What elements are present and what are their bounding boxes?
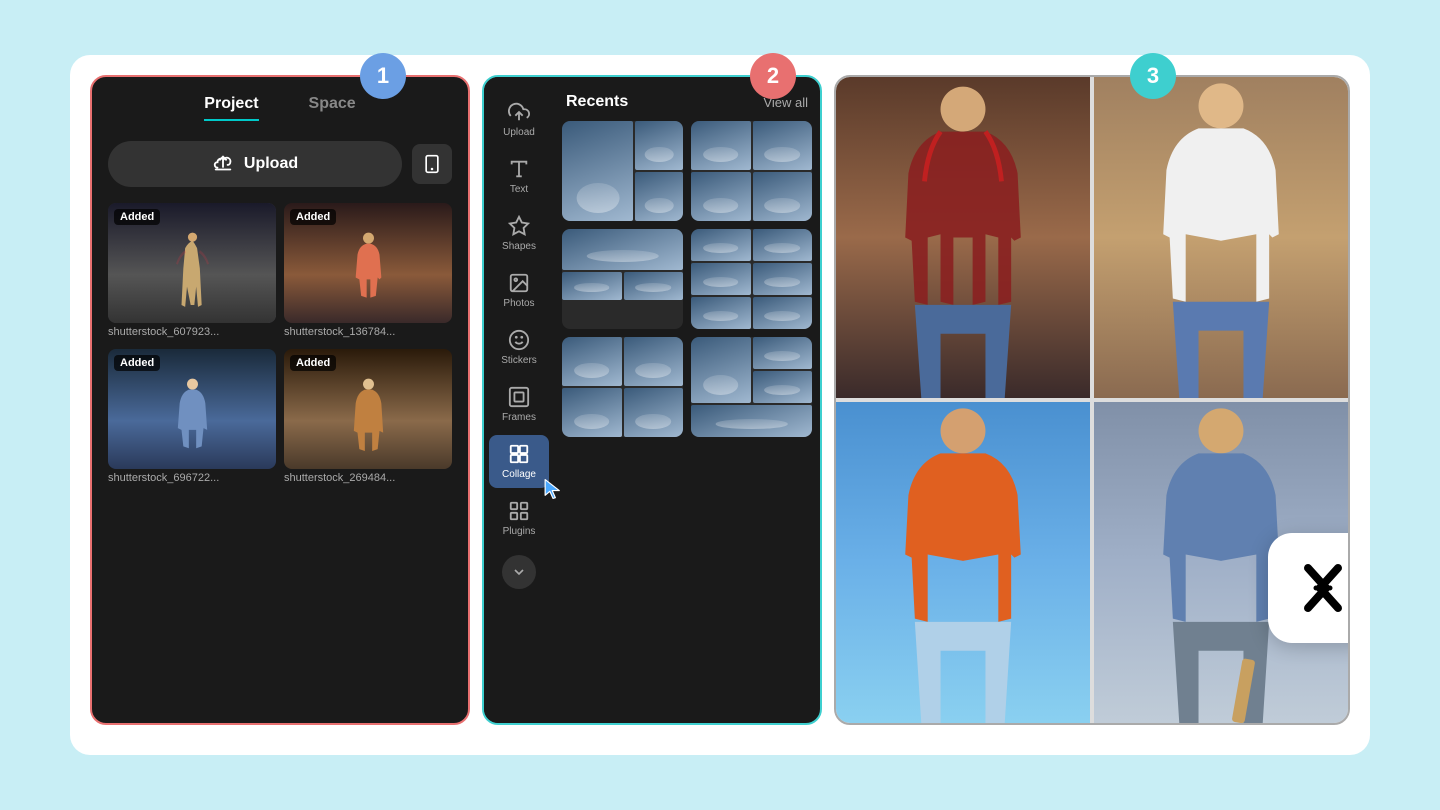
- photo-panel-2: [1094, 77, 1348, 398]
- photos-grid: Added shutterstock_607923... Added shutt…: [92, 195, 468, 495]
- chevron-down-icon: [511, 564, 527, 580]
- photos-sidebar-icon: [508, 272, 530, 294]
- collage-sidebar-label: Collage: [502, 469, 536, 480]
- collage-template-3[interactable]: [562, 229, 683, 329]
- step-badge-1: 1: [360, 53, 406, 99]
- panel-collage: Upload Text Shapes: [482, 75, 822, 725]
- sidebar-item-frames[interactable]: Frames: [489, 378, 549, 431]
- sidebar-item-upload[interactable]: Upload: [489, 93, 549, 146]
- sidebar: Upload Text Shapes: [484, 77, 554, 723]
- photo-item-3[interactable]: Added shutterstock_696722...: [108, 349, 276, 487]
- collage-templates-grid: [554, 121, 820, 445]
- tab-space[interactable]: Space: [309, 95, 356, 121]
- upload-sidebar-icon: [508, 101, 530, 123]
- collage-template-1[interactable]: [562, 121, 683, 221]
- photo-item-4[interactable]: Added shutterstock_269484...: [284, 349, 452, 487]
- photo-panel-3: [836, 402, 1090, 723]
- photo-item-1[interactable]: Added shutterstock_607923...: [108, 203, 276, 341]
- mobile-button[interactable]: [412, 144, 452, 184]
- tabs-row: Project Space: [92, 77, 468, 129]
- added-badge-3: Added: [114, 355, 160, 371]
- upload-button[interactable]: Upload: [108, 141, 402, 187]
- added-badge-1: Added: [114, 209, 160, 225]
- sidebar-item-photos[interactable]: Photos: [489, 264, 549, 317]
- collage-template-4[interactable]: [691, 229, 812, 329]
- upload-label: Upload: [244, 155, 298, 173]
- plugins-sidebar-icon: [508, 500, 530, 522]
- panel-photos: [834, 75, 1350, 725]
- text-sidebar-label: Text: [510, 184, 528, 195]
- photo-label-3: shutterstock_696722...: [108, 469, 276, 487]
- frames-sidebar-icon: [508, 386, 530, 408]
- photo-item-2[interactable]: Added shutterstock_136784...: [284, 203, 452, 341]
- tab-project[interactable]: Project: [204, 95, 258, 121]
- shapes-sidebar-label: Shapes: [502, 241, 536, 252]
- sidebar-item-stickers[interactable]: Stickers: [489, 321, 549, 374]
- stickers-sidebar-icon: [508, 329, 530, 351]
- cursor-arrow: [539, 478, 567, 506]
- upload-icon: [212, 153, 234, 175]
- mobile-icon: [422, 154, 442, 174]
- more-button[interactable]: [502, 555, 536, 589]
- panel-project-space: Project Space Upload: [90, 75, 470, 725]
- photos-sidebar-label: Photos: [503, 298, 534, 309]
- shapes-sidebar-icon: [508, 215, 530, 237]
- photo-panel-1: [836, 77, 1090, 398]
- added-badge-2: Added: [290, 209, 336, 225]
- photo-label-4: shutterstock_269484...: [284, 469, 452, 487]
- app-logo: [1268, 533, 1350, 643]
- collage-template-5[interactable]: [562, 337, 683, 437]
- stickers-sidebar-label: Stickers: [501, 355, 537, 366]
- upload-sidebar-label: Upload: [503, 127, 535, 138]
- collage-template-6[interactable]: [691, 337, 812, 437]
- main-container: 1 2 3 Project Space Upload: [70, 55, 1370, 755]
- collage-sidebar-icon: [508, 443, 530, 465]
- photo-label-1: shutterstock_607923...: [108, 323, 276, 341]
- frames-sidebar-label: Frames: [502, 412, 536, 423]
- photo-label-2: shutterstock_136784...: [284, 323, 452, 341]
- upload-row: Upload: [108, 141, 452, 187]
- sidebar-item-text[interactable]: Text: [489, 150, 549, 203]
- sidebar-item-collage[interactable]: Collage: [489, 435, 549, 488]
- capcut-logo-icon: [1288, 553, 1350, 623]
- step-badge-3: 3: [1130, 53, 1176, 99]
- step-badge-2: 2: [750, 53, 796, 99]
- plugins-sidebar-label: Plugins: [503, 526, 536, 537]
- sidebar-item-shapes[interactable]: Shapes: [489, 207, 549, 260]
- text-sidebar-icon: [508, 158, 530, 180]
- panel2-content: Recents View all: [554, 77, 820, 723]
- added-badge-4: Added: [290, 355, 336, 371]
- recents-title: Recents: [566, 93, 628, 111]
- collage-template-2[interactable]: [691, 121, 812, 221]
